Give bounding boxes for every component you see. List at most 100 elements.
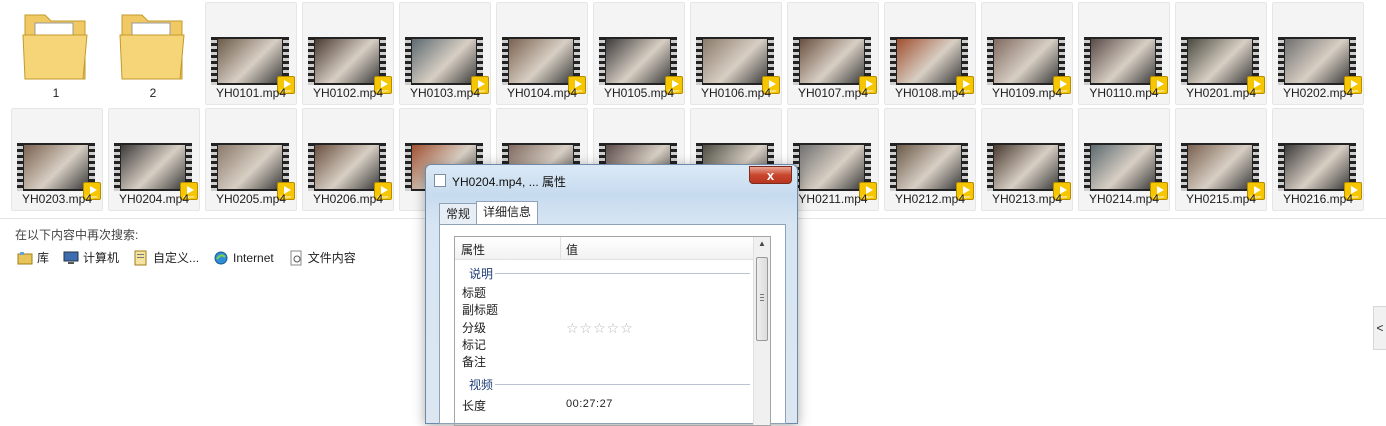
- vertical-scrollbar[interactable]: ▲: [753, 237, 770, 425]
- internet-icon: [214, 251, 228, 264]
- scroll-up-icon[interactable]: ▲: [754, 239, 770, 248]
- video-thumbnail: Player: [696, 37, 780, 94]
- folder-name: 1: [52, 86, 60, 100]
- video-file[interactable]: Player YH0109.mp4: [981, 2, 1073, 105]
- prop-rating[interactable]: 分级: [462, 319, 486, 336]
- search-again-header: 在以下内容中再次搜索:: [15, 228, 139, 242]
- video-thumbnail: Player: [114, 143, 198, 200]
- video-thumbnail: Player: [17, 143, 101, 200]
- video-file[interactable]: Player YH0203.mp4: [11, 108, 103, 211]
- file-name: YH0102.mp4: [312, 86, 384, 100]
- folder-item[interactable]: 2: [107, 2, 199, 105]
- video-thumbnail: Player: [502, 37, 586, 94]
- video-file[interactable]: Player YH0213.mp4: [981, 108, 1073, 211]
- file-content-icon: [290, 250, 302, 265]
- file-name: YH0106.mp4: [700, 86, 772, 100]
- file-name: YH0212.mp4: [894, 192, 966, 206]
- library-icon: [17, 251, 33, 264]
- file-name: YH0108.mp4: [894, 86, 966, 100]
- prop-length[interactable]: 长度: [462, 397, 486, 414]
- video-file[interactable]: Player YH0205.mp4: [205, 108, 297, 211]
- video-thumbnail: Player: [890, 37, 974, 94]
- group-divider: [495, 384, 750, 385]
- prop-subtitle[interactable]: 副标题: [462, 301, 498, 318]
- video-file[interactable]: Player YH0212.mp4: [884, 108, 976, 211]
- search-option-label: 库: [37, 251, 50, 265]
- video-file[interactable]: Player YH0214.mp4: [1078, 108, 1170, 211]
- video-file[interactable]: Player YH0104.mp4: [496, 2, 588, 105]
- folder-name: 2: [149, 86, 157, 100]
- file-name: YH0204.mp4: [118, 192, 190, 206]
- dialog-title: YH0204.mp4, ... 属性: [452, 175, 567, 189]
- video-file[interactable]: Player YH0110.mp4: [1078, 2, 1170, 105]
- video-file[interactable]: Player YH0202.mp4: [1272, 2, 1364, 105]
- value-length: 00:27:27: [566, 398, 613, 410]
- group-divider: [495, 273, 750, 274]
- video-thumbnail: Player: [890, 143, 974, 200]
- video-thumbnail: Player: [1278, 143, 1362, 200]
- video-thumbnail: Player: [987, 143, 1071, 200]
- video-file[interactable]: Player YH0201.mp4: [1175, 2, 1267, 105]
- rating-stars[interactable]: ☆☆☆☆☆: [566, 320, 634, 337]
- dialog-tabs: 常规 详细信息: [439, 201, 539, 224]
- property-list: 属性 值 说明 标题 副标题 分级 ☆☆☆☆☆ 标记 备注 视频 长度 00:2…: [454, 236, 771, 426]
- video-file[interactable]: Player YH0102.mp4: [302, 2, 394, 105]
- video-file[interactable]: Player YH0204.mp4: [108, 108, 200, 211]
- video-file[interactable]: Player YH0103.mp4: [399, 2, 491, 105]
- video-file[interactable]: Player YH0206.mp4: [302, 108, 394, 211]
- tab-general[interactable]: 常规: [439, 203, 478, 224]
- prop-tags[interactable]: 标记: [462, 336, 486, 353]
- search-option-custom[interactable]: 自定义...: [133, 249, 199, 266]
- file-name: YH0205.mp4: [215, 192, 287, 206]
- file-name: YH0201.mp4: [1185, 86, 1257, 100]
- file-name: YH0101.mp4: [215, 86, 287, 100]
- search-option-file-content[interactable]: 文件内容: [288, 249, 356, 266]
- column-divider[interactable]: [560, 237, 561, 259]
- search-option-internet[interactable]: Internet: [213, 249, 274, 266]
- video-thumbnail: Player: [1084, 37, 1168, 94]
- file-name: YH0213.mp4: [991, 192, 1063, 206]
- video-file[interactable]: Player YH0107.mp4: [787, 2, 879, 105]
- video-file[interactable]: Player YH0105.mp4: [593, 2, 685, 105]
- video-file[interactable]: Player YH0106.mp4: [690, 2, 782, 105]
- search-option-label: 自定义...: [153, 251, 200, 265]
- column-header-value[interactable]: 值: [566, 241, 578, 258]
- tab-details[interactable]: 详细信息: [476, 201, 539, 224]
- video-thumbnail: Player: [599, 37, 683, 94]
- prop-title[interactable]: 标题: [462, 284, 486, 301]
- file-name: YH0206.mp4: [312, 192, 384, 206]
- group-video: 视频: [469, 378, 494, 392]
- file-name: YH0109.mp4: [991, 86, 1063, 100]
- video-thumbnail: Player: [1181, 37, 1265, 94]
- search-option-label: 文件内容: [307, 251, 356, 265]
- prop-comments[interactable]: 备注: [462, 353, 486, 370]
- search-option-library[interactable]: 库: [17, 249, 49, 266]
- video-file[interactable]: Player YH0108.mp4: [884, 2, 976, 105]
- search-option-computer[interactable]: 计算机: [63, 249, 119, 266]
- video-file[interactable]: Player YH0101.mp4: [205, 2, 297, 105]
- file-name: YH0215.mp4: [1185, 192, 1257, 206]
- video-thumbnail: Player: [987, 37, 1071, 94]
- column-header-property[interactable]: 属性: [461, 241, 485, 258]
- search-option-label: Internet: [233, 250, 274, 265]
- folder-item[interactable]: 1: [10, 2, 102, 105]
- video-thumbnail: Player: [1181, 143, 1265, 200]
- file-name: YH0216.mp4: [1282, 192, 1354, 206]
- details-panel: 属性 值 说明 标题 副标题 分级 ☆☆☆☆☆ 标记 备注 视频 长度 00:2…: [439, 224, 786, 426]
- video-thumbnail: Player: [793, 143, 877, 200]
- close-button[interactable]: x: [749, 166, 792, 184]
- video-file[interactable]: Player YH0216.mp4: [1272, 108, 1364, 211]
- video-file[interactable]: Player YH0215.mp4: [1175, 108, 1267, 211]
- properties-dialog: YH0204.mp4, ... 属性 x 常规 详细信息 属性 值 说明 标题 …: [425, 164, 798, 426]
- custom-folder-icon: [134, 250, 147, 265]
- video-thumbnail: Player: [308, 143, 392, 200]
- video-file[interactable]: Player YH0211.mp4: [787, 108, 879, 211]
- video-thumbnail: Player: [405, 37, 489, 94]
- collapse-panel-button[interactable]: <: [1373, 306, 1386, 350]
- file-name: YH0110.mp4: [1089, 86, 1159, 100]
- scroll-thumb[interactable]: [756, 257, 768, 341]
- video-thumbnail: Player: [793, 37, 877, 94]
- list-header: 属性 值: [455, 237, 754, 260]
- file-name: YH0214.mp4: [1088, 192, 1160, 206]
- search-options: 库 计算机 自定义... Internet 文件内容: [17, 249, 356, 266]
